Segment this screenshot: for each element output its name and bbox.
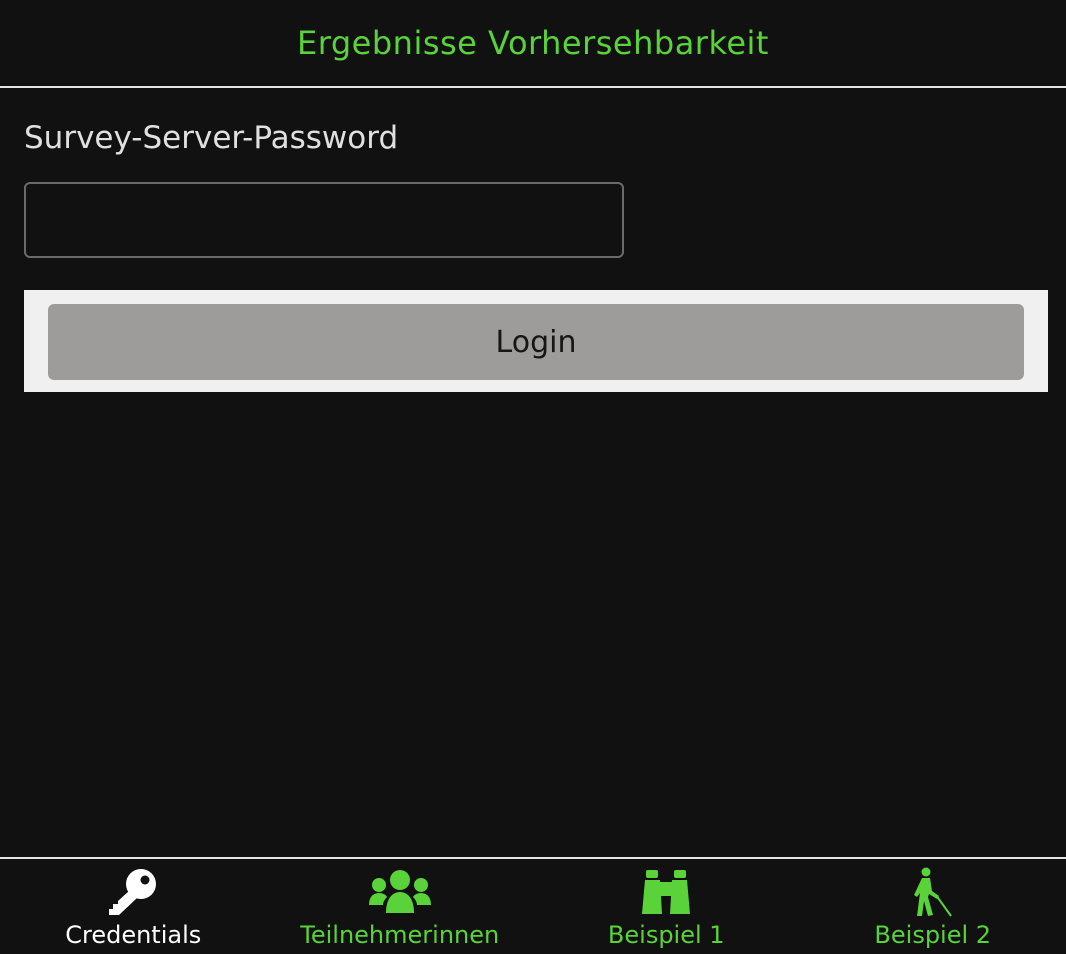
password-label: Survey-Server-Password <box>24 120 399 156</box>
password-input[interactable] <box>24 182 624 258</box>
blind-person-icon <box>913 867 953 917</box>
tab-label-beispiel-2: Beispiel 2 <box>874 921 992 949</box>
tab-label-credentials: Credentials <box>65 921 202 949</box>
page-title: Ergebnisse Vorhersehbarkeit <box>297 24 769 62</box>
tab-label-beispiel-1: Beispiel 1 <box>607 921 725 949</box>
tab-teilnehmerinnen[interactable]: Teilnehmerinnen <box>267 859 534 954</box>
tab-bar: Credentials Teilnehmerinnen Beispiel 1 B… <box>0 857 1066 954</box>
binoculars-icon <box>641 867 691 917</box>
header-bar: Ergebnisse Vorhersehbarkeit <box>0 0 1066 88</box>
login-panel: Login <box>24 290 1048 392</box>
tab-beispiel-2[interactable]: Beispiel 2 <box>800 859 1066 954</box>
login-button[interactable]: Login <box>48 304 1024 380</box>
app-root: Ergebnisse Vorhersehbarkeit Survey-Serve… <box>0 0 1066 954</box>
tab-label-teilnehmerinnen: Teilnehmerinnen <box>300 921 500 949</box>
tab-credentials[interactable]: Credentials <box>0 859 267 954</box>
tab-beispiel-1[interactable]: Beispiel 1 <box>533 859 800 954</box>
key-icon <box>107 867 159 917</box>
users-icon <box>368 867 431 917</box>
